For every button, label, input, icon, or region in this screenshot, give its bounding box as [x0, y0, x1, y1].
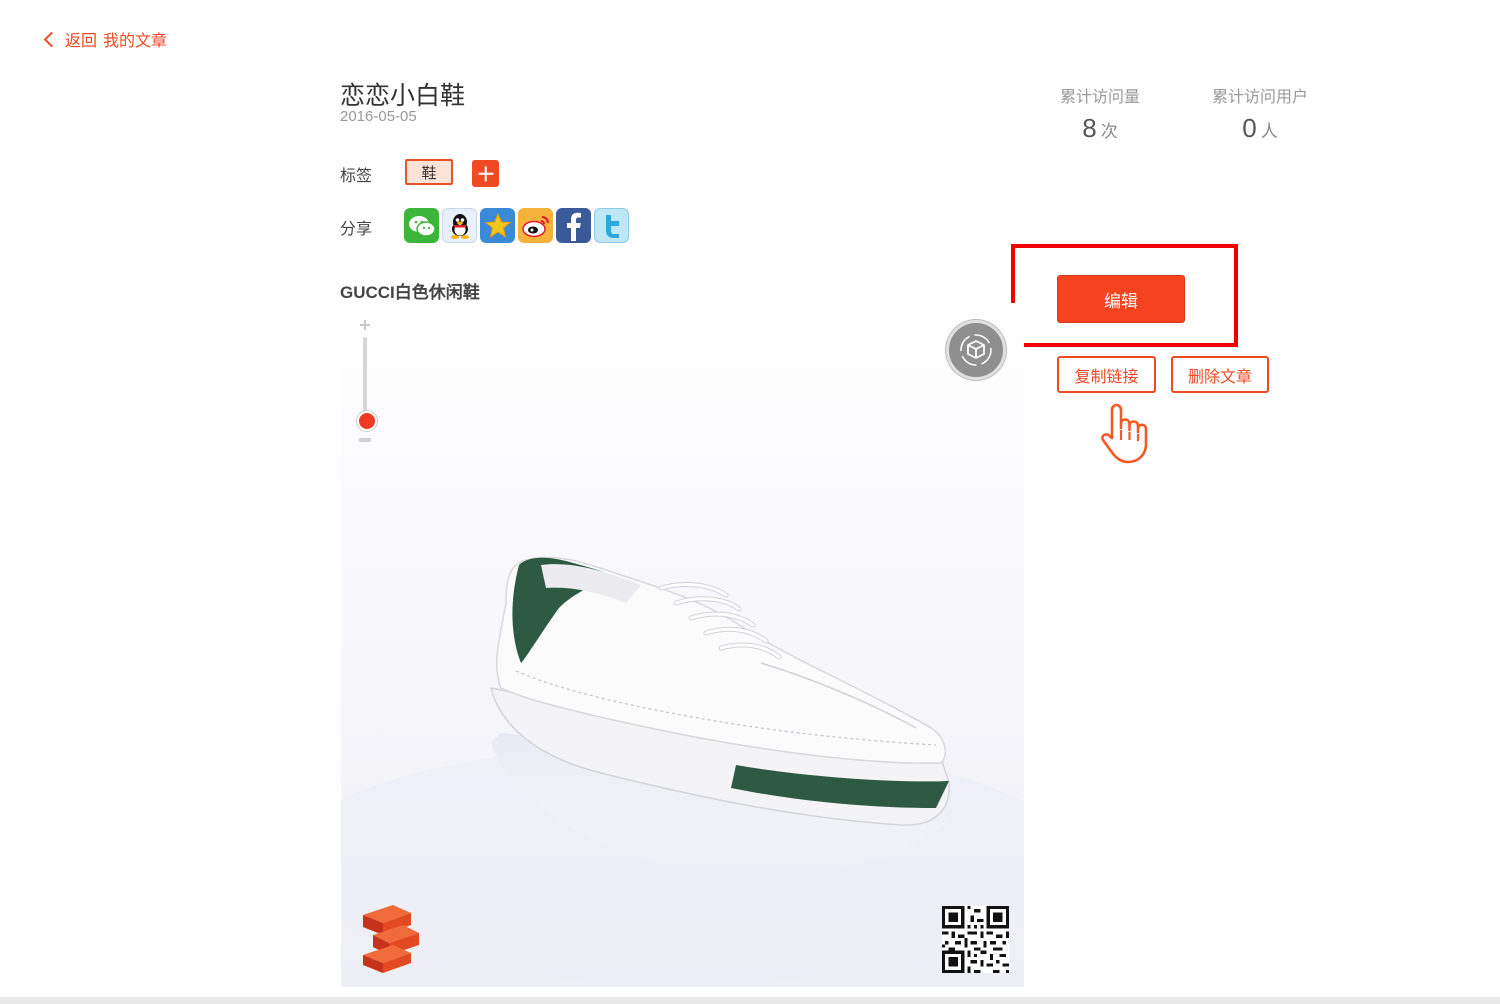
hand-pointer-icon — [1098, 402, 1152, 470]
weibo-icon[interactable] — [518, 208, 553, 243]
zoom-track[interactable] — [363, 337, 367, 419]
model-viewer[interactable] — [341, 303, 1024, 987]
delete-article-button[interactable]: 删除文章 — [1171, 356, 1269, 393]
facebook-icon[interactable] — [556, 208, 591, 243]
twitter-icon[interactable] — [594, 208, 629, 243]
edit-button[interactable]: 编辑 — [1057, 275, 1185, 323]
back-label: 返回 — [65, 31, 98, 50]
visits-unit: 次 — [1100, 122, 1118, 142]
breadcrumb-label: 我的文章 — [103, 31, 168, 50]
zoom-out-icon[interactable] — [359, 438, 371, 442]
qq-icon[interactable] — [442, 208, 477, 243]
brand-logo-icon — [359, 905, 421, 977]
bottom-bar — [0, 997, 1500, 1004]
back-link[interactable]: 返回 我的文章 — [42, 27, 167, 51]
zoom-slider-thumb[interactable] — [357, 411, 377, 431]
qr-code-icon — [942, 906, 1009, 973]
tag-label: 标签 — [340, 166, 373, 185]
users-value: 0 — [1242, 113, 1257, 143]
zoom-in-icon[interactable] — [359, 316, 371, 330]
shoe-image — [341, 556, 1024, 983]
visits-value: 8 — [1082, 113, 1097, 143]
article-title: 恋恋小白鞋 — [340, 81, 466, 110]
add-tag-button[interactable] — [472, 160, 499, 187]
share-icons — [404, 208, 629, 243]
users-stat: 累计访问用户 0人 — [1210, 83, 1310, 144]
rotate-3d-button[interactable] — [946, 320, 1006, 380]
users-unit: 人 — [1260, 122, 1278, 142]
visits-label: 累计访问量 — [1059, 87, 1140, 106]
model-title: GUCCI白色休闲鞋 — [340, 283, 480, 302]
cube-icon — [960, 334, 992, 366]
chevron-left-icon — [43, 31, 60, 47]
article-date: 2016-05-05 — [340, 108, 417, 125]
visits-stat: 累计访问量 8次 — [1058, 83, 1142, 144]
share-label: 分享 — [340, 219, 373, 238]
users-label: 累计访问用户 — [1211, 87, 1308, 106]
qzone-icon[interactable] — [480, 208, 515, 243]
tag-chip[interactable]: 鞋 — [405, 159, 453, 185]
wechat-icon[interactable] — [404, 208, 439, 243]
copy-link-button[interactable]: 复制链接 — [1057, 356, 1156, 393]
